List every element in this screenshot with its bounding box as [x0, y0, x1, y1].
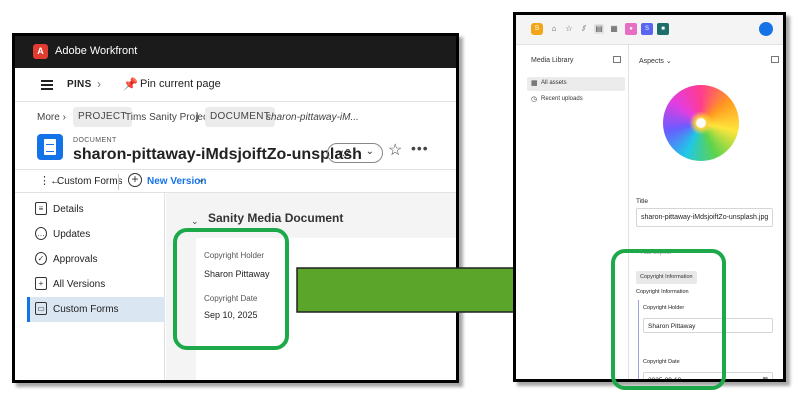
more-options-icon[interactable]: •••	[411, 140, 429, 156]
sidebar-item-updates[interactable]: … Updates	[27, 222, 165, 247]
sidebar-item-approvals[interactable]: ✓ Approvals	[27, 247, 165, 272]
calendar-icon[interactable]: ▦	[762, 376, 768, 379]
top-nav: PINS › 📌 Pin current page	[15, 68, 456, 102]
chevron-down-icon: ⌄	[365, 146, 374, 157]
details-icon: ≡	[35, 202, 47, 215]
media-top-bar: S ⌂ ☆ ⫽ ▤ ▦ ● S ■	[516, 15, 783, 45]
sidebar-item-details[interactable]: ≡ Details	[27, 197, 165, 222]
page-title: sharon-pittaway-iMdsjoiftZo-unsplash	[73, 146, 362, 163]
home-icon[interactable]: ⌂	[549, 24, 559, 34]
plugin-pink-icon[interactable]: ●	[625, 23, 637, 35]
doc-kind-label: DOCUMENT	[73, 137, 117, 144]
grid-icon[interactable]: ▦	[609, 24, 619, 34]
pins-label[interactable]: PINS	[67, 79, 92, 90]
highlight-box-right	[611, 249, 726, 390]
scrollbar[interactable]	[783, 75, 786, 355]
breadcrumb-document[interactable]: sharon-pittaway-iM...	[266, 112, 359, 123]
star-icon[interactable]: ☆	[388, 140, 402, 160]
pin-icon[interactable]: 📌	[123, 77, 138, 91]
form-icon: ▭	[35, 302, 47, 315]
sidebar-item-all-versions[interactable]: + All Versions	[27, 272, 165, 297]
versions-icon: +	[35, 277, 47, 290]
breadcrumb: More › PROJECT Tims Sanity Projec... | D…	[15, 106, 456, 130]
title-field-label: Title	[636, 198, 649, 205]
version-select[interactable]: v.2 ⌄	[327, 143, 383, 163]
chart-icon[interactable]: ⫽	[579, 24, 589, 34]
check-circle-icon: ✓	[35, 252, 47, 265]
chevron-right-icon: ›	[97, 77, 101, 91]
avatar[interactable]: S	[531, 23, 543, 35]
workfront-titlebar: A Adobe Workfront	[15, 36, 456, 68]
breadcrumb-project-tag: PROJECT	[73, 107, 132, 127]
star-icon[interactable]: ☆	[564, 24, 574, 34]
sidebar: ≡ Details … Updates ✓ Approvals + All Versio…	[27, 193, 165, 380]
chat-icon: …	[35, 227, 47, 240]
breadcrumb-project[interactable]: Tims Sanity Projec...	[125, 112, 216, 123]
library-icon[interactable]: ▤	[594, 24, 604, 34]
sidebar-item-custom-forms[interactable]: ▭ Custom Forms	[27, 297, 165, 322]
media-library-title: Media Library	[531, 57, 574, 64]
pin-current-page-button[interactable]: Pin current page	[140, 78, 221, 90]
aspects-dropdown[interactable]: Aspects ⌄	[639, 57, 672, 65]
highlight-box-left	[173, 228, 289, 350]
document-icon	[37, 134, 63, 160]
sidebar-item-all-assets[interactable]: ▦ All assets	[527, 77, 625, 91]
title-input[interactable]: sharon-pittaway-iMdsjoiftZo-unsplash.jpg	[636, 208, 773, 227]
grid-icon: ▦	[531, 80, 538, 87]
clock-icon: ◷	[531, 96, 538, 103]
plus-circle-icon[interactable]: +	[128, 173, 142, 187]
sidebar-item-recent-uploads[interactable]: ◷ Recent uploads	[527, 93, 625, 107]
hamburger-menu-icon[interactable]	[41, 80, 53, 90]
plugin-teal-icon[interactable]: ■	[657, 23, 669, 35]
globe-icon[interactable]	[759, 22, 773, 36]
app-title: Adobe Workfront	[55, 45, 138, 57]
sidebar-toggle-icon[interactable]	[613, 56, 621, 63]
chevron-down-icon[interactable]: ⌄	[191, 216, 199, 227]
adobe-logo-icon: A	[33, 44, 48, 59]
asset-image-flower	[663, 85, 739, 161]
panel-toggle-icon[interactable]	[771, 56, 779, 63]
breadcrumb-separator: |	[196, 112, 199, 123]
toolbar: ⋮← Custom Forms + New Version ⌄	[15, 169, 456, 193]
breadcrumb-more[interactable]: More ›	[37, 112, 66, 123]
toolbar-divider	[118, 174, 119, 190]
chevron-down-icon[interactable]: ⌄	[197, 174, 205, 185]
custom-forms-toolbar-label[interactable]: Custom Forms	[57, 176, 123, 187]
breadcrumb-document-tag: DOCUMENT	[205, 107, 276, 127]
plugin-blue-icon[interactable]: S	[641, 23, 653, 35]
